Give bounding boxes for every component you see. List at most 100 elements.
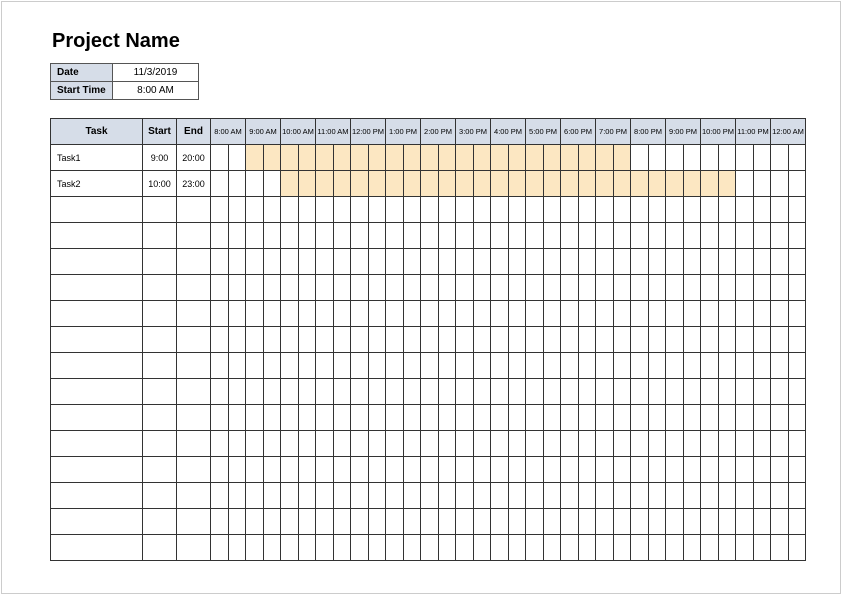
gantt-cell[interactable] [228,483,246,509]
gantt-cell[interactable] [596,145,614,171]
gantt-cell[interactable] [298,483,316,509]
gantt-cell[interactable] [281,353,299,379]
gantt-cell[interactable] [508,431,526,457]
gantt-cell[interactable] [753,301,771,327]
gantt-cell[interactable] [368,301,386,327]
gantt-cell[interactable] [648,249,666,275]
gantt-cell[interactable] [578,457,596,483]
gantt-cell[interactable] [403,405,421,431]
gantt-cell[interactable] [613,327,631,353]
gantt-cell[interactable] [666,535,684,561]
gantt-cell[interactable] [683,353,701,379]
gantt-cell[interactable] [351,509,369,535]
gantt-cell[interactable] [333,197,351,223]
gantt-cell[interactable] [421,405,439,431]
gantt-cell[interactable] [333,145,351,171]
gantt-cell[interactable] [666,327,684,353]
gantt-cell[interactable] [473,509,491,535]
gantt-cell[interactable] [683,249,701,275]
gantt-cell[interactable] [701,171,719,197]
gantt-cell[interactable] [491,145,509,171]
task-end-cell[interactable] [177,223,211,249]
gantt-cell[interactable] [666,509,684,535]
gantt-cell[interactable] [753,197,771,223]
gantt-cell[interactable] [648,301,666,327]
gantt-cell[interactable] [578,353,596,379]
gantt-cell[interactable] [543,275,561,301]
gantt-cell[interactable] [368,483,386,509]
gantt-cell[interactable] [596,535,614,561]
gantt-cell[interactable] [753,275,771,301]
gantt-cell[interactable] [508,301,526,327]
gantt-cell[interactable] [456,145,474,171]
gantt-cell[interactable] [438,379,456,405]
gantt-cell[interactable] [788,483,806,509]
gantt-cell[interactable] [753,223,771,249]
gantt-cell[interactable] [281,379,299,405]
gantt-cell[interactable] [596,223,614,249]
gantt-cell[interactable] [683,509,701,535]
gantt-cell[interactable] [666,301,684,327]
gantt-cell[interactable] [316,275,334,301]
gantt-cell[interactable] [526,301,544,327]
gantt-cell[interactable] [578,171,596,197]
gantt-cell[interactable] [683,327,701,353]
gantt-cell[interactable] [491,171,509,197]
gantt-cell[interactable] [456,301,474,327]
gantt-cell[interactable] [246,509,264,535]
gantt-cell[interactable] [333,457,351,483]
gantt-cell[interactable] [578,223,596,249]
task-start-cell[interactable] [143,353,177,379]
gantt-cell[interactable] [263,431,281,457]
task-name-cell[interactable] [51,249,143,275]
gantt-cell[interactable] [228,223,246,249]
gantt-cell[interactable] [351,223,369,249]
gantt-cell[interactable] [438,457,456,483]
gantt-cell[interactable] [508,353,526,379]
gantt-cell[interactable] [456,197,474,223]
gantt-cell[interactable] [526,379,544,405]
gantt-cell[interactable] [473,457,491,483]
gantt-cell[interactable] [718,223,736,249]
gantt-cell[interactable] [543,509,561,535]
gantt-cell[interactable] [578,301,596,327]
gantt-cell[interactable] [561,145,579,171]
gantt-cell[interactable] [403,457,421,483]
gantt-cell[interactable] [368,223,386,249]
gantt-cell[interactable] [438,353,456,379]
gantt-cell[interactable] [648,379,666,405]
gantt-cell[interactable] [491,327,509,353]
gantt-cell[interactable] [211,275,229,301]
gantt-cell[interactable] [683,457,701,483]
task-start-cell[interactable] [143,249,177,275]
gantt-cell[interactable] [771,353,789,379]
gantt-cell[interactable] [666,431,684,457]
gantt-cell[interactable] [718,327,736,353]
task-end-cell[interactable] [177,353,211,379]
gantt-cell[interactable] [211,353,229,379]
gantt-cell[interactable] [613,535,631,561]
gantt-cell[interactable] [648,353,666,379]
gantt-cell[interactable] [228,171,246,197]
gantt-cell[interactable] [788,223,806,249]
gantt-cell[interactable] [753,457,771,483]
gantt-cell[interactable] [788,301,806,327]
gantt-cell[interactable] [298,457,316,483]
gantt-cell[interactable] [246,405,264,431]
gantt-cell[interactable] [631,249,649,275]
gantt-cell[interactable] [281,301,299,327]
task-name-cell[interactable] [51,483,143,509]
gantt-cell[interactable] [228,509,246,535]
gantt-cell[interactable] [561,301,579,327]
gantt-cell[interactable] [543,249,561,275]
gantt-cell[interactable] [298,171,316,197]
gantt-cell[interactable] [561,457,579,483]
gantt-cell[interactable] [508,509,526,535]
gantt-cell[interactable] [736,275,754,301]
gantt-cell[interactable] [508,223,526,249]
gantt-cell[interactable] [596,379,614,405]
gantt-cell[interactable] [526,275,544,301]
task-start-cell[interactable]: 9:00 [143,145,177,171]
gantt-cell[interactable] [561,171,579,197]
gantt-cell[interactable] [491,223,509,249]
